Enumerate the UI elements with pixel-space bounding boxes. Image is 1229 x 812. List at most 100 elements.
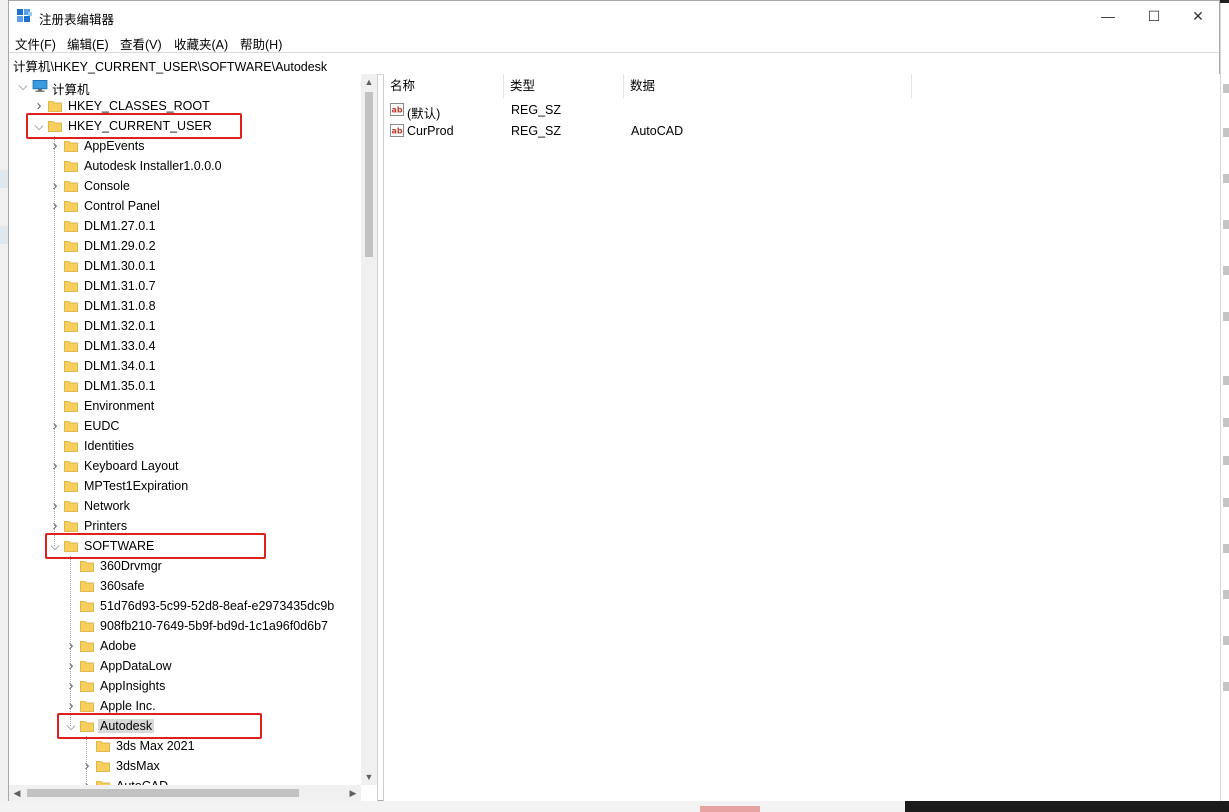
tree-item[interactable]: 908fb210-7649-5b9f-bd9d-1c1a96f0d6b7: [9, 616, 361, 636]
tree-item[interactable]: DLM1.35.0.1: [9, 376, 361, 396]
chevron-right-icon[interactable]: ›: [65, 656, 77, 676]
close-button[interactable]: ✕: [1175, 1, 1221, 31]
folder-icon: [64, 461, 78, 472]
chevron-right-icon[interactable]: ›: [65, 676, 77, 696]
tree-item[interactable]: › AppInsights: [9, 676, 361, 696]
tree-item[interactable]: › Adobe: [9, 636, 361, 656]
tree-item-label: 3ds Max 2021: [116, 739, 195, 753]
highlight-box-current-user: [26, 113, 242, 139]
tree-item[interactable]: › Network: [9, 496, 361, 516]
tree-vertical-scrollbar[interactable]: ▲ ▼: [361, 74, 377, 785]
scroll-up-icon[interactable]: ▲: [361, 74, 377, 90]
folder-icon: [80, 681, 94, 692]
folder-icon: [80, 581, 94, 592]
folder-icon: [64, 441, 78, 452]
chevron-right-icon[interactable]: ›: [49, 496, 61, 516]
tree-item[interactable]: 3ds Max 2021: [9, 736, 361, 756]
tree-item[interactable]: › AppEvents: [9, 136, 361, 156]
menu-view[interactable]: 查看(V): [120, 34, 162, 53]
tree-item-label: 360Drvmgr: [100, 559, 162, 573]
tree-item-label: Adobe: [100, 639, 137, 653]
tree-horizontal-scrollbar[interactable]: ◀ ▶: [9, 785, 361, 801]
chevron-right-icon[interactable]: ›: [49, 176, 61, 196]
highlight-box-software: [45, 533, 266, 559]
folder-icon: [64, 521, 78, 532]
computer-icon: [32, 80, 48, 92]
tree-item[interactable]: DLM1.31.0.8: [9, 296, 361, 316]
tree-item-label: 3dsMax: [116, 759, 160, 773]
tree-item[interactable]: DLM1.27.0.1: [9, 216, 361, 236]
value-type: REG_SZ: [511, 103, 562, 117]
value-row[interactable]: ab (默认) REG_SZ: [384, 100, 1220, 121]
tree-item[interactable]: › Keyboard Layout: [9, 456, 361, 476]
column-header-type[interactable]: 类型: [504, 74, 624, 98]
tree-item-label: 908fb210-7649-5b9f-bd9d-1c1a96f0d6b7: [100, 619, 328, 633]
tree-item[interactable]: 360Drvmgr: [9, 556, 361, 576]
tree-item-label: 51d76d93-5c99-52d8-8eaf-e2973435dc9b: [100, 599, 335, 613]
tree-item[interactable]: Identities: [9, 436, 361, 456]
tree-item[interactable]: Environment: [9, 396, 361, 416]
tree-item[interactable]: DLM1.33.0.4: [9, 336, 361, 356]
folder-icon: [64, 501, 78, 512]
window-title: 注册表编辑器: [39, 13, 115, 27]
maximize-button[interactable]: ☐: [1131, 1, 1177, 31]
chevron-down-icon[interactable]: ⌵: [17, 76, 29, 96]
tree-item-label: Control Panel: [84, 199, 160, 213]
tree-item[interactable]: › 3dsMax: [9, 756, 361, 776]
tree-item[interactable]: DLM1.34.0.1: [9, 356, 361, 376]
folder-icon: [64, 361, 78, 372]
title-bar[interactable]: 注册表编辑器 — ☐ ✕: [9, 1, 1219, 31]
chevron-right-icon[interactable]: ›: [49, 136, 61, 156]
background-window-left: [0, 0, 8, 812]
address-path[interactable]: 计算机\HKEY_CURRENT_USER\SOFTWARE\Autodesk: [13, 56, 327, 75]
value-list[interactable]: 名称 类型 数据 ab (默认) REG_SZ ab CurProd REG_S…: [383, 74, 1220, 801]
tree-item[interactable]: ⌵ 计算机: [9, 76, 361, 97]
menu-edit[interactable]: 编辑(E): [67, 34, 109, 53]
tree-item[interactable]: 360safe: [9, 576, 361, 596]
folder-icon: [64, 321, 78, 332]
tree-item-label: DLM1.31.0.7: [84, 279, 156, 293]
tree-item[interactable]: DLM1.29.0.2: [9, 236, 361, 256]
folder-icon: [64, 281, 78, 292]
tree-item[interactable]: DLM1.31.0.7: [9, 276, 361, 296]
tree-item[interactable]: 51d76d93-5c99-52d8-8eaf-e2973435dc9b: [9, 596, 361, 616]
tree-item[interactable]: MPTest1Expiration: [9, 476, 361, 496]
tree-item-label: DLM1.31.0.8: [84, 299, 156, 313]
chevron-right-icon[interactable]: ›: [49, 416, 61, 436]
column-header-data[interactable]: 数据: [624, 74, 912, 98]
tree-item-label: AppInsights: [100, 679, 166, 693]
menu-bar: 文件(F) 编辑(E) 查看(V) 收藏夹(A) 帮助(H): [9, 31, 1219, 53]
menu-file[interactable]: 文件(F): [15, 34, 56, 53]
minimize-button[interactable]: —: [1085, 1, 1131, 31]
tree-item-label: EUDC: [84, 419, 120, 433]
tree-item[interactable]: › AppDataLow: [9, 656, 361, 676]
scroll-right-icon[interactable]: ▶: [345, 785, 361, 801]
chevron-right-icon[interactable]: ›: [81, 756, 93, 776]
folder-icon: [80, 621, 94, 632]
tree-item-label: DLM1.27.0.1: [84, 219, 156, 233]
column-header-name[interactable]: 名称: [384, 74, 504, 98]
tree-item[interactable]: Autodesk Installer1.0.0.0: [9, 156, 361, 176]
tree-item[interactable]: › Console: [9, 176, 361, 196]
tree-item[interactable]: DLM1.32.0.1: [9, 316, 361, 336]
tree-item[interactable]: › EUDC: [9, 416, 361, 436]
folder-icon: [64, 381, 78, 392]
tree-item-label: Console: [84, 179, 130, 193]
tree-item[interactable]: DLM1.30.0.1: [9, 256, 361, 276]
scroll-thumb[interactable]: [365, 92, 373, 257]
chevron-right-icon[interactable]: ›: [49, 456, 61, 476]
background-window-right: [1220, 0, 1229, 812]
chevron-right-icon[interactable]: ›: [49, 196, 61, 216]
key-tree[interactable]: ⌵ 计算机 › HKEY_CLASSES_ROOT ⌵ HKEY_CURRENT_USER…: [9, 74, 378, 801]
folder-icon: [80, 641, 94, 652]
menu-favorites[interactable]: 收藏夹(A): [174, 34, 228, 53]
chevron-right-icon[interactable]: ›: [65, 636, 77, 656]
scroll-down-icon[interactable]: ▼: [361, 769, 377, 785]
tree-item[interactable]: › Control Panel: [9, 196, 361, 216]
value-row[interactable]: ab CurProd REG_SZ AutoCAD: [384, 121, 1220, 141]
scroll-thumb-horizontal[interactable]: [27, 789, 299, 797]
menu-help[interactable]: 帮助(H): [240, 34, 282, 53]
address-bar[interactable]: 计算机\HKEY_CURRENT_USER\SOFTWARE\Autodesk: [9, 52, 1219, 75]
tree-item-label: 360safe: [100, 579, 145, 593]
scroll-left-icon[interactable]: ◀: [9, 785, 25, 801]
